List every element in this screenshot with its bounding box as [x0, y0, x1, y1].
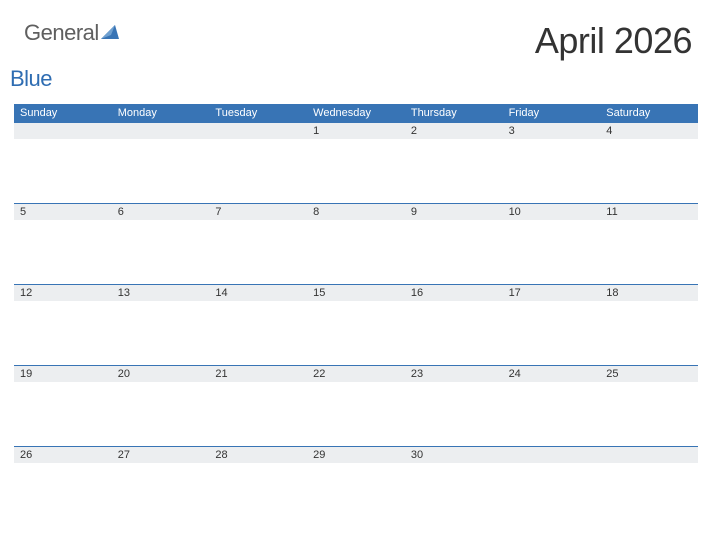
day-cell: 25: [600, 365, 698, 446]
day-cell: [112, 122, 210, 203]
day-cell: 9: [405, 203, 503, 284]
week-row: 19 20 21 22 23 24 25: [14, 365, 698, 446]
day-number: 14: [209, 285, 307, 301]
day-cell: 5: [14, 203, 112, 284]
day-cell: 14: [209, 284, 307, 365]
day-number: 25: [600, 366, 698, 382]
day-cell: 2: [405, 122, 503, 203]
day-cell: 17: [503, 284, 601, 365]
day-cell: 8: [307, 203, 405, 284]
day-number: 11: [600, 204, 698, 220]
weekday-header: Tuesday: [209, 104, 307, 122]
day-number: 17: [503, 285, 601, 301]
day-number: 1: [307, 123, 405, 139]
day-cell: 26: [14, 446, 112, 527]
day-number: 19: [14, 366, 112, 382]
weekday-header: Sunday: [14, 104, 112, 122]
day-number: 5: [14, 204, 112, 220]
day-number: 2: [405, 123, 503, 139]
day-cell: [503, 446, 601, 527]
day-number: 13: [112, 285, 210, 301]
day-number: 30: [405, 447, 503, 463]
day-number: [503, 447, 601, 463]
day-cell: 27: [112, 446, 210, 527]
day-number: 15: [307, 285, 405, 301]
calendar: Sunday Monday Tuesday Wednesday Thursday…: [14, 104, 698, 527]
day-number: 20: [112, 366, 210, 382]
day-number: 29: [307, 447, 405, 463]
week-row: 5 6 7 8 9 10 11: [14, 203, 698, 284]
day-cell: 20: [112, 365, 210, 446]
day-number: 6: [112, 204, 210, 220]
day-cell: 23: [405, 365, 503, 446]
logo: General Blue: [24, 20, 119, 92]
logo-text-blue: Blue: [10, 66, 52, 92]
day-number: 28: [209, 447, 307, 463]
day-cell: 11: [600, 203, 698, 284]
day-cell: [209, 122, 307, 203]
weekday-header: Saturday: [600, 104, 698, 122]
day-cell: 24: [503, 365, 601, 446]
weekday-header: Thursday: [405, 104, 503, 122]
day-cell: 19: [14, 365, 112, 446]
logo-triangle-icon: [101, 25, 119, 43]
day-cell: 28: [209, 446, 307, 527]
day-cell: 30: [405, 446, 503, 527]
day-number: 16: [405, 285, 503, 301]
day-number: 4: [600, 123, 698, 139]
day-number: [209, 123, 307, 139]
weekday-header: Friday: [503, 104, 601, 122]
day-number: 26: [14, 447, 112, 463]
day-number: 3: [503, 123, 601, 139]
day-number: [112, 123, 210, 139]
weekday-header: Monday: [112, 104, 210, 122]
day-cell: 7: [209, 203, 307, 284]
day-number: 22: [307, 366, 405, 382]
page-title: April 2026: [535, 20, 692, 62]
day-number: 24: [503, 366, 601, 382]
week-row: 26 27 28 29 30: [14, 446, 698, 527]
day-cell: 29: [307, 446, 405, 527]
day-number: 12: [14, 285, 112, 301]
day-number: [600, 447, 698, 463]
day-cell: 6: [112, 203, 210, 284]
day-cell: [14, 122, 112, 203]
day-number: 21: [209, 366, 307, 382]
day-cell: 22: [307, 365, 405, 446]
day-number: 23: [405, 366, 503, 382]
day-cell: 21: [209, 365, 307, 446]
weekday-header-row: Sunday Monday Tuesday Wednesday Thursday…: [14, 104, 698, 122]
day-number: 10: [503, 204, 601, 220]
day-cell: 13: [112, 284, 210, 365]
day-number: 27: [112, 447, 210, 463]
day-number: 18: [600, 285, 698, 301]
day-cell: 3: [503, 122, 601, 203]
day-cell: 1: [307, 122, 405, 203]
day-cell: 10: [503, 203, 601, 284]
day-number: 8: [307, 204, 405, 220]
day-cell: 12: [14, 284, 112, 365]
day-cell: [600, 446, 698, 527]
week-row: 12 13 14 15 16 17 18: [14, 284, 698, 365]
day-cell: 4: [600, 122, 698, 203]
day-cell: 16: [405, 284, 503, 365]
day-number: 7: [209, 204, 307, 220]
logo-text-general: General: [24, 20, 99, 46]
day-number: 9: [405, 204, 503, 220]
day-number: [14, 123, 112, 139]
header: General Blue April 2026: [14, 20, 698, 104]
week-row: 1 2 3 4: [14, 122, 698, 203]
day-cell: 18: [600, 284, 698, 365]
weekday-header: Wednesday: [307, 104, 405, 122]
day-cell: 15: [307, 284, 405, 365]
